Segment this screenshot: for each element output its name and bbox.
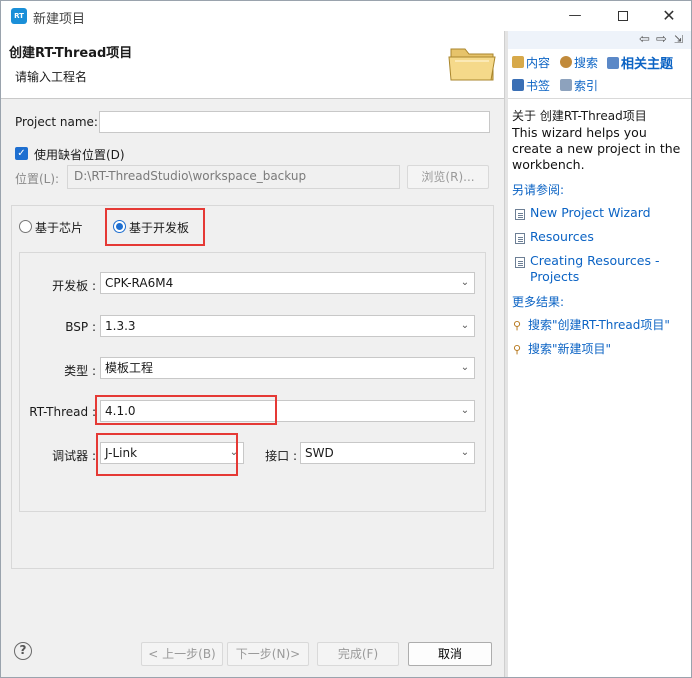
search-result-create-project[interactable]: 搜索"创建RT-Thread项目": [528, 317, 686, 333]
search-result-new-project[interactable]: 搜索"新建项目": [528, 341, 686, 357]
wizard-banner: 创建RT-Thread项目 请输入工程名: [1, 31, 504, 99]
finish-button: 完成(F): [317, 642, 399, 666]
location-input: D:\RT-ThreadStudio\workspace_backup: [67, 165, 400, 189]
tab-contents-label: 内容: [526, 56, 551, 70]
debugger-label: 调试器 :: [52, 449, 96, 463]
tab-index-label: 索引: [574, 79, 599, 93]
bsp-label: BSP :: [65, 320, 96, 334]
chevron-down-icon: ⌄: [460, 447, 470, 458]
type-select-value: 模板工程: [105, 361, 154, 375]
close-icon: ✕: [662, 6, 676, 25]
project-name-label: Project name:: [15, 115, 98, 129]
wizard-subtitle: 请输入工程名: [15, 70, 88, 84]
interface-select[interactable]: SWD ⌄: [300, 442, 475, 464]
radio-chip[interactable]: [19, 220, 32, 233]
document-icon: [515, 209, 525, 220]
bsp-select-value: 1.3.3: [105, 319, 136, 333]
window-title: 新建项目: [33, 12, 86, 27]
tab-search[interactable]: 搜索: [560, 54, 598, 71]
cancel-button[interactable]: 取消: [408, 642, 492, 666]
location-label: 位置(L):: [15, 172, 60, 186]
chevron-down-icon: ⌄: [460, 405, 470, 416]
search-result-icon: ⚲: [513, 319, 522, 332]
chevron-down-icon: ⌄: [460, 277, 470, 288]
bookmark-icon: [512, 79, 524, 91]
search-icon: [560, 56, 572, 68]
project-name-input[interactable]: [99, 111, 490, 133]
collapse-icon[interactable]: ⇲: [674, 33, 683, 46]
type-label: 类型 :: [64, 364, 96, 378]
help-description: This wizard helps you create a new proje…: [512, 125, 681, 172]
highlight-box-board-mode: [105, 208, 205, 246]
link-resources[interactable]: Resources: [530, 229, 688, 245]
help-divider: [508, 98, 691, 99]
tab-index[interactable]: 索引: [560, 77, 598, 94]
maximize-icon: [618, 10, 628, 21]
link-creating-resources-projects[interactable]: Creating Resources - Projects: [530, 253, 688, 285]
minimize-icon: —: [568, 8, 582, 23]
chevron-down-icon: ⌄: [460, 320, 470, 331]
see-also-heading: 另请参阅:: [512, 183, 565, 197]
highlight-box-rtthread: [95, 395, 277, 425]
interface-select-value: SWD: [305, 446, 334, 460]
board-label: 开发板 :: [52, 279, 96, 293]
help-pane: ⇦ ⇨ ⇲ 内容 搜索 相关主题 书签 索引 关于 创建RT-Thread项目 …: [508, 31, 691, 677]
radio-chip-label: 基于芯片: [35, 221, 84, 235]
tab-bookmarks-label: 书签: [526, 79, 551, 93]
use-default-location-checkbox[interactable]: ✓: [15, 147, 28, 160]
bsp-select[interactable]: 1.3.3 ⌄: [100, 315, 475, 337]
rtthread-label: RT-Thread :: [29, 405, 96, 419]
maximize-button[interactable]: [600, 1, 646, 31]
title-bar: RT 新建项目 — ✕: [1, 1, 691, 31]
tab-search-label: 搜索: [574, 56, 599, 70]
search-result-icon: ⚲: [513, 343, 522, 356]
tab-related-label: 相关主题: [621, 57, 674, 72]
back-arrow-icon[interactable]: ⇦: [639, 32, 650, 47]
board-select[interactable]: CPK-RA6M4 ⌄: [100, 272, 475, 294]
tab-bookmarks[interactable]: 书签: [512, 77, 550, 94]
related-topics-icon: [607, 57, 619, 69]
more-results-heading: 更多结果:: [512, 295, 565, 309]
folder-icon: [448, 48, 496, 81]
help-icon[interactable]: ?: [14, 642, 32, 660]
tab-related-topics[interactable]: 相关主题: [607, 53, 673, 72]
rt-thread-app-icon: RT: [11, 8, 27, 24]
contents-book-icon: [512, 56, 524, 68]
link-new-project-wizard[interactable]: New Project Wizard: [530, 205, 688, 221]
type-select[interactable]: 模板工程 ⌄: [100, 357, 475, 379]
board-select-value: CPK-RA6M4: [105, 276, 174, 290]
document-icon: [515, 257, 525, 268]
chevron-down-icon: ⌄: [460, 362, 470, 373]
forward-arrow-icon[interactable]: ⇨: [656, 32, 667, 47]
minimize-button[interactable]: —: [552, 1, 598, 31]
wizard-title: 创建RT-Thread项目: [9, 46, 133, 61]
help-toolbar: ⇦ ⇨ ⇲: [508, 31, 691, 49]
help-about-heading: 关于 创建RT-Thread项目: [512, 109, 647, 123]
new-project-dialog: RT 新建项目 — ✕ 创建RT-Thread项目 请输入工程名 Project…: [0, 0, 692, 678]
use-default-location-label: 使用缺省位置(D): [34, 148, 125, 162]
close-button[interactable]: ✕: [646, 1, 691, 31]
tab-contents[interactable]: 内容: [512, 54, 550, 71]
document-icon: [515, 233, 525, 244]
checkmark-icon: ✓: [17, 148, 26, 159]
index-icon: [560, 79, 572, 91]
interface-label: 接口 :: [265, 449, 297, 463]
next-button: 下一步(N)>: [227, 642, 309, 666]
highlight-box-debugger: [96, 433, 238, 476]
back-button: < 上一步(B): [141, 642, 223, 666]
browse-button: 浏览(R)...: [407, 165, 489, 189]
